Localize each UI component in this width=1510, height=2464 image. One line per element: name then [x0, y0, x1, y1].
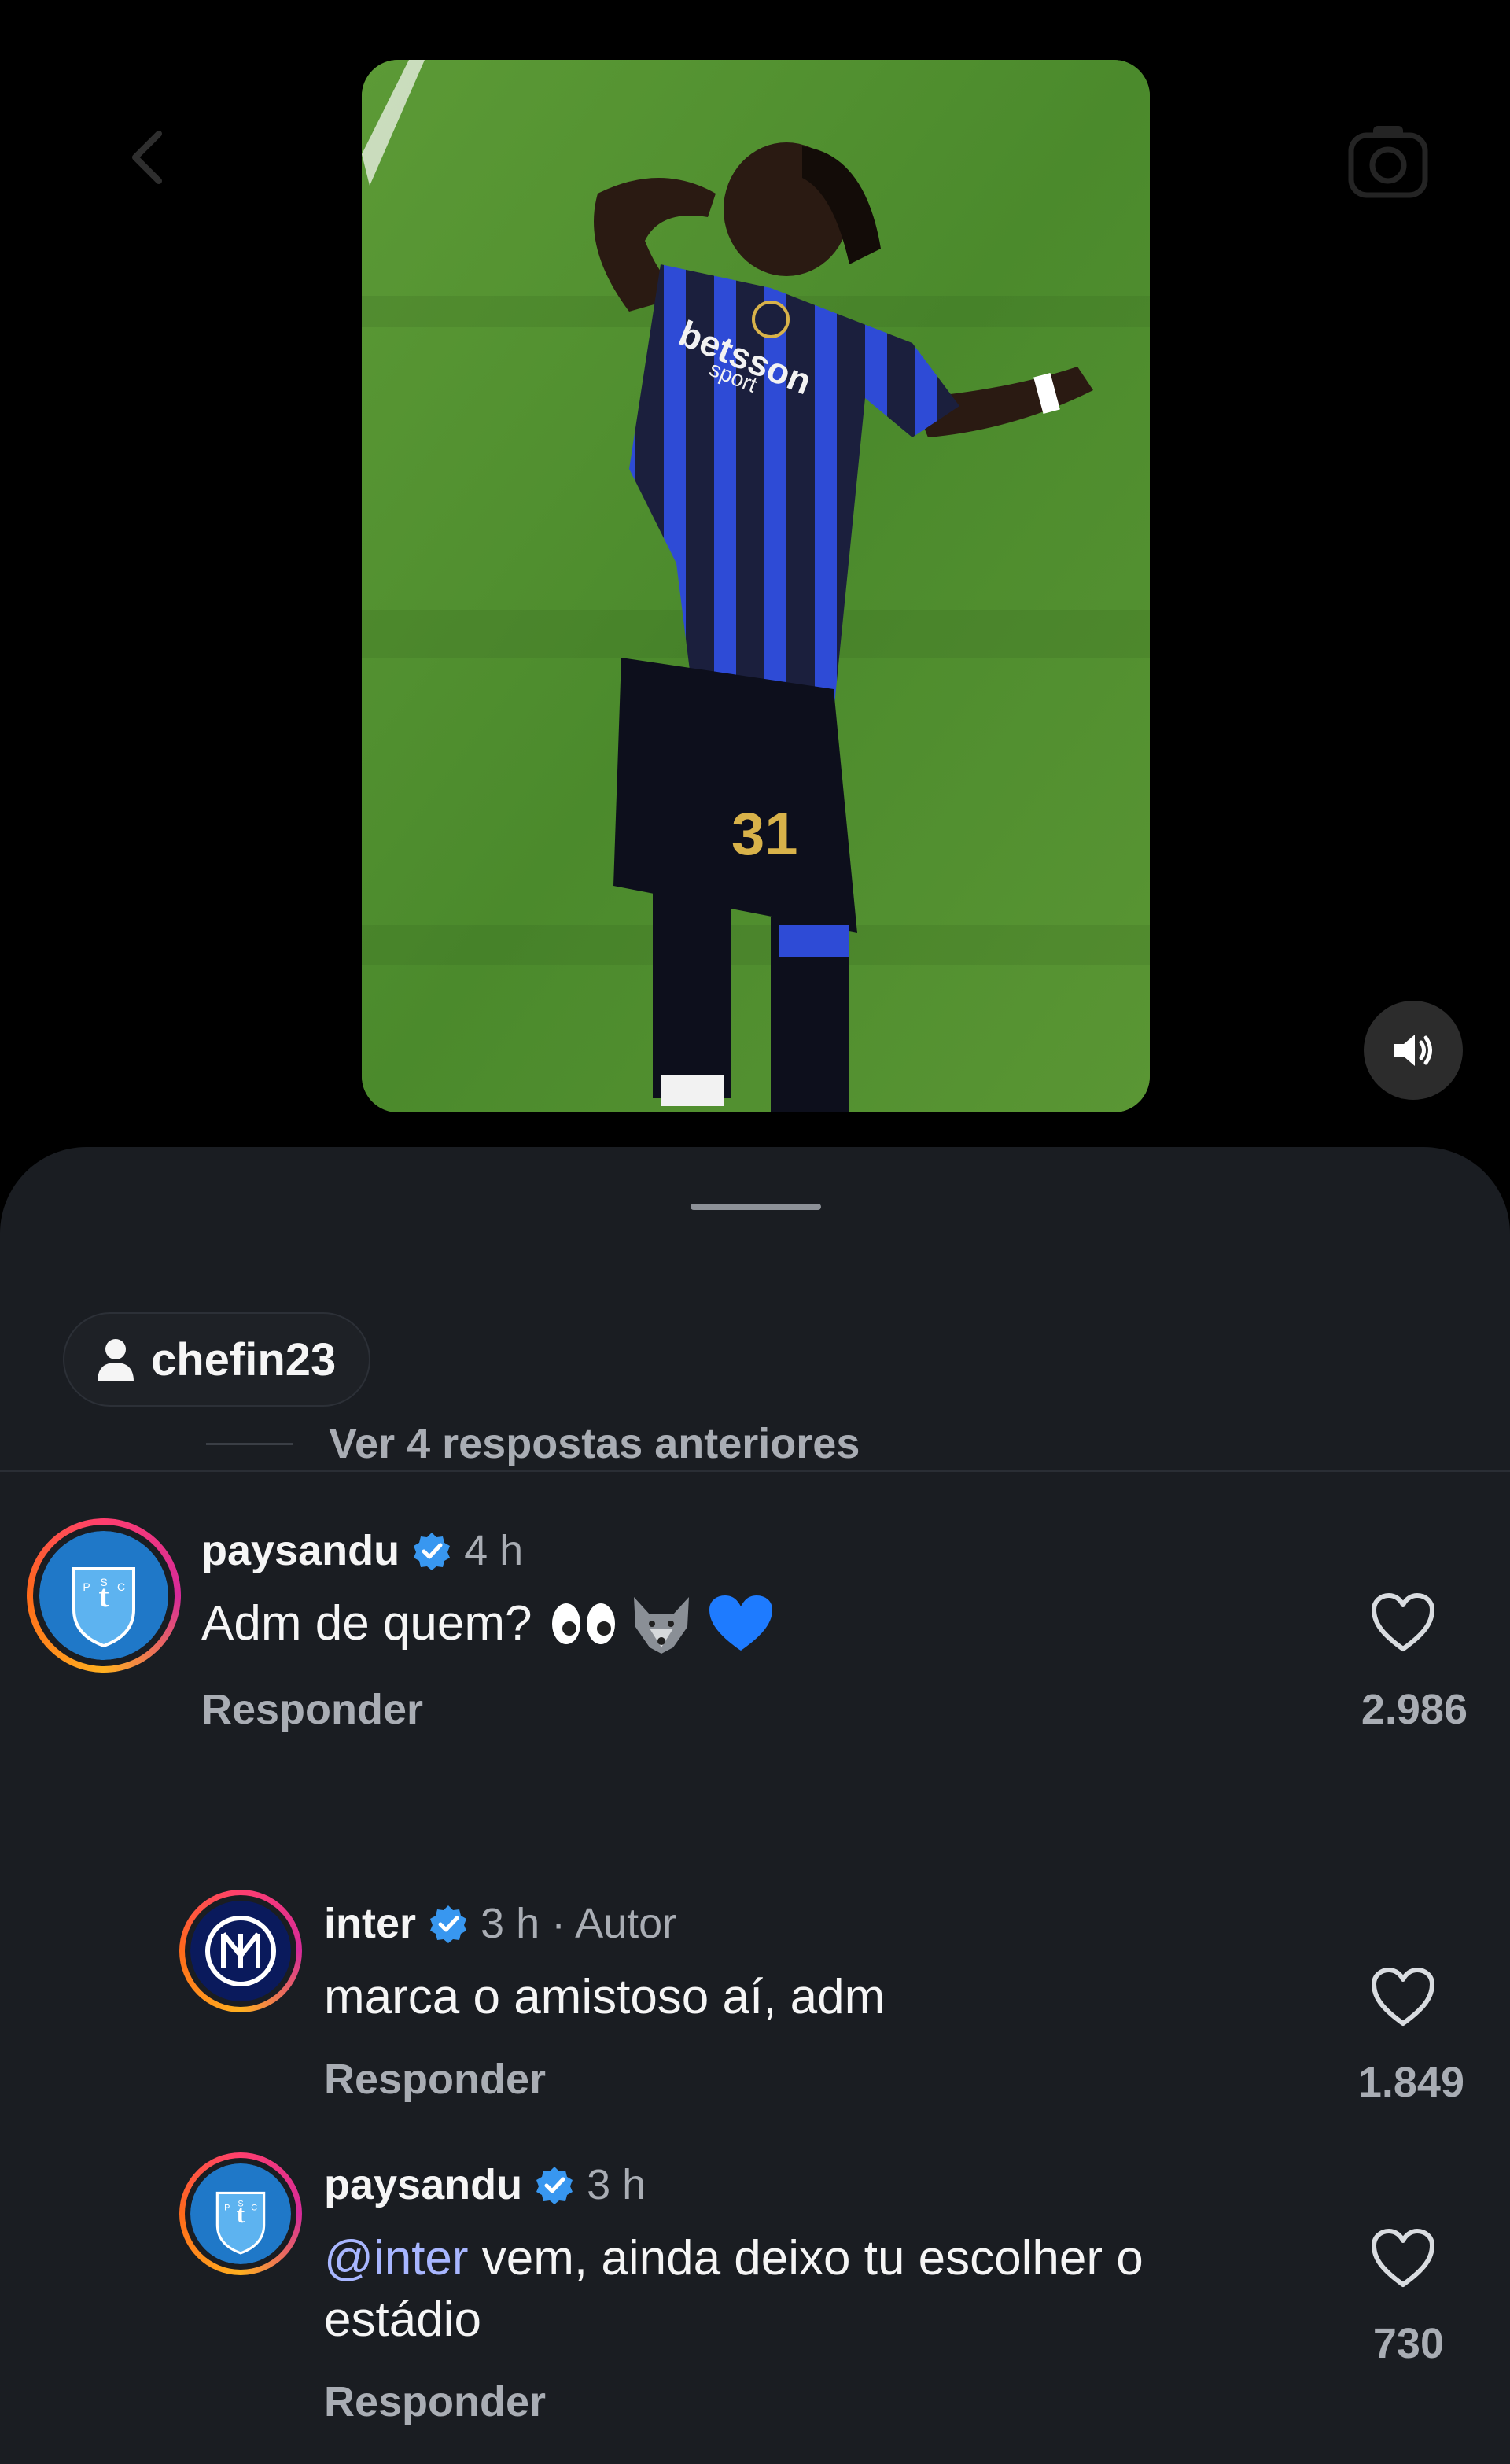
svg-text:S: S — [238, 2200, 243, 2209]
eyes-emoji-icon — [552, 1603, 616, 1644]
heart-icon[interactable] — [1370, 1967, 1436, 2028]
mention-link[interactable]: @inter — [324, 2231, 469, 2285]
avatar[interactable] — [190, 1901, 291, 2001]
avatar[interactable]: t P S C — [39, 1531, 168, 1660]
back-arrow-icon[interactable] — [118, 126, 181, 189]
video-thumbnail: betsson sport 31 — [362, 60, 1150, 1112]
comment-text: @inter vem, ainda deixo tu escolher o es… — [324, 2228, 1144, 2351]
user-chip[interactable]: chefin23 — [63, 1312, 371, 1407]
comment-header: paysandu 4 h — [201, 1526, 523, 1575]
svg-text:C: C — [117, 1581, 125, 1593]
comment-username[interactable]: paysandu — [201, 1526, 400, 1575]
inter-logo-icon — [190, 1901, 291, 2001]
view-previous-replies[interactable]: Ver 4 respostas anteriores — [206, 1419, 860, 1468]
thread-line — [206, 1442, 293, 1445]
svg-text:P: P — [224, 2203, 230, 2212]
verified-badge-icon — [430, 1905, 467, 1943]
like-count: 2.986 — [1361, 1686, 1468, 1733]
divider — [0, 1470, 1510, 1472]
comment-timestamp: 4 h — [464, 1527, 524, 1574]
svg-text:P: P — [83, 1581, 90, 1593]
avatar[interactable]: t P S C — [190, 2163, 291, 2264]
video-viewer: betsson sport 31 — [0, 0, 1510, 1149]
comment-header: inter 3 h · Autor — [324, 1899, 676, 1948]
comment-username[interactable]: inter — [324, 1899, 416, 1948]
camera-icon[interactable] — [1345, 118, 1431, 205]
verified-badge-icon — [536, 2167, 573, 2204]
video-player[interactable]: betsson sport 31 — [362, 60, 1150, 1112]
comment-username[interactable]: paysandu — [324, 2160, 522, 2209]
reply-button[interactable]: Responder — [324, 2377, 546, 2426]
verified-badge-icon — [414, 1533, 451, 1570]
paysandu-logo-icon: t P S C — [39, 1531, 168, 1660]
heart-icon[interactable] — [1370, 2228, 1436, 2289]
comment-timestamp: 3 h — [587, 2161, 646, 2208]
sound-toggle-button[interactable] — [1364, 1001, 1463, 1100]
svg-text:S: S — [100, 1576, 107, 1588]
view-previous-replies-label: Ver 4 respostas anteriores — [329, 1420, 860, 1467]
user-chip-label: chefin23 — [151, 1333, 337, 1385]
reply-button[interactable]: Responder — [201, 1685, 423, 1734]
comment-timestamp: 3 h · Autor — [481, 1900, 677, 1947]
comment-text: marca o amistoso aí, adm — [324, 1970, 886, 2024]
heart-icon[interactable] — [1370, 1592, 1436, 1654]
person-icon — [98, 1339, 134, 1381]
comment-text-line: estádio — [324, 2292, 481, 2347]
comment-text-body: Adm de quem? — [201, 1596, 532, 1651]
speaker-on-icon — [1394, 1035, 1432, 1066]
like-count: 1.849 — [1357, 2059, 1464, 2106]
svg-text:C: C — [251, 2203, 257, 2212]
svg-text:31: 31 — [731, 801, 798, 868]
sheet-drag-handle[interactable] — [691, 1204, 821, 1210]
blue-heart-emoji-icon — [709, 1595, 773, 1651]
reply-button[interactable]: Responder — [324, 2055, 546, 2104]
wolf-emoji-icon — [634, 1597, 690, 1654]
comment-text-line: @inter vem, ainda deixo tu escolher o — [324, 2228, 1144, 2289]
comment-text-body: vem, ainda deixo tu escolher o — [468, 2231, 1144, 2285]
like-count: 730 — [1372, 2320, 1444, 2367]
comment-text: Adm de quem? — [201, 1592, 774, 1655]
paysandu-logo-icon: t P S C — [190, 2163, 291, 2264]
comment-header: paysandu 3 h — [324, 2160, 646, 2209]
